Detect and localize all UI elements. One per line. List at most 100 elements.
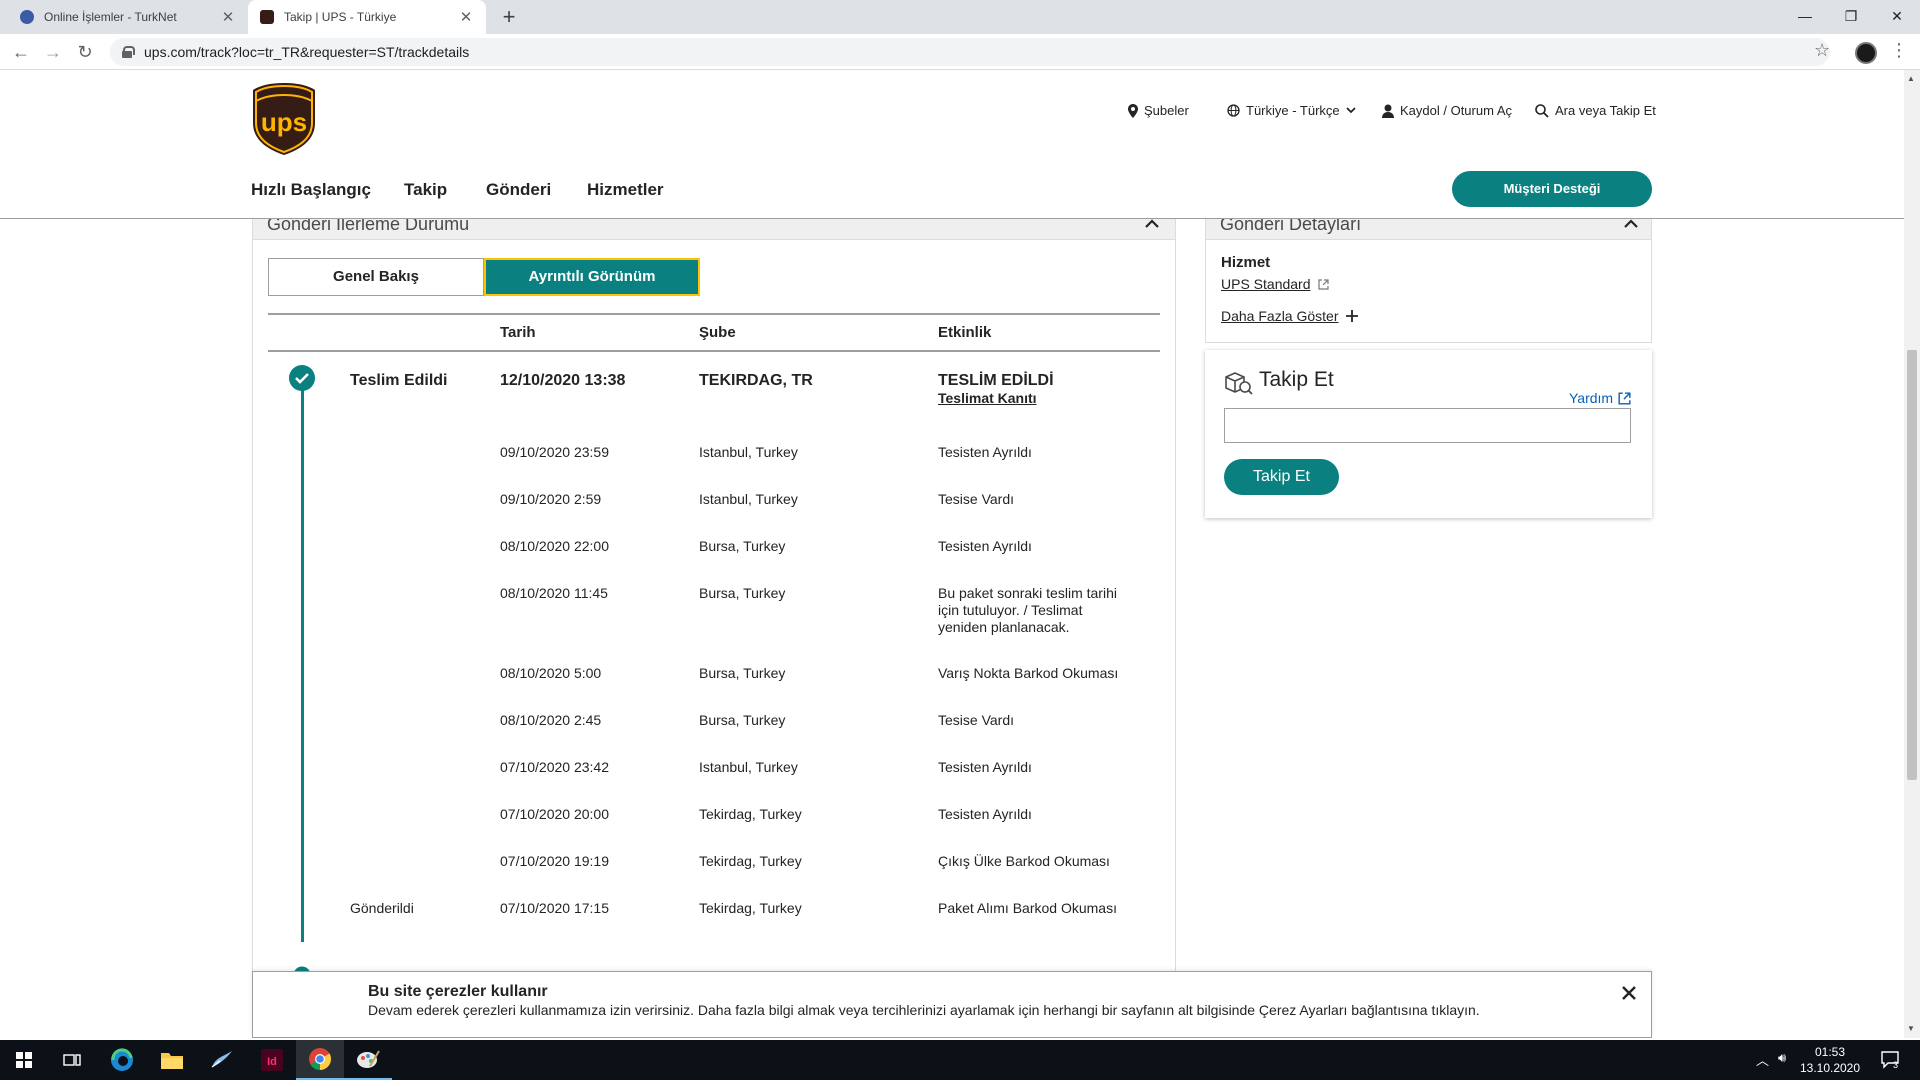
paint-app-icon[interactable]: [344, 1040, 392, 1080]
browser-menu-icon[interactable]: ⋮: [1890, 40, 1908, 61]
scrollbar-thumb[interactable]: [1907, 350, 1917, 780]
bookmark-star-icon[interactable]: ☆: [1814, 40, 1830, 61]
close-window-button[interactable]: ✕: [1874, 0, 1920, 34]
back-arrow-icon[interactable]: ←: [9, 40, 33, 64]
service-link[interactable]: UPS Standard: [1221, 276, 1329, 292]
row-date: 07/10/2020 17:15: [500, 900, 609, 916]
cookie-message: Devam ederek çerezleri kullanmamıza izin…: [368, 1002, 1480, 1018]
external-link-icon: [1618, 391, 1631, 405]
windows-start-icon[interactable]: [0, 1040, 48, 1080]
globe-icon: [1227, 104, 1240, 117]
profile-avatar[interactable]: [1855, 42, 1877, 64]
column-header-activity: Etkinlik: [938, 324, 992, 341]
proof-of-delivery-link[interactable]: Teslimat Kanıtı: [938, 390, 1037, 407]
row-activity: Tesise Vardı: [938, 491, 1014, 507]
browser-tab-ups[interactable]: Takip | UPS - Türkiye ✕: [248, 0, 486, 34]
nav-services[interactable]: Hizmetler: [587, 180, 664, 200]
nav-shipping[interactable]: Gönderi: [486, 180, 551, 200]
track-title: Takip Et: [1259, 368, 1334, 391]
milestone-label: Teslim Edildi: [350, 372, 448, 389]
file-explorer-icon[interactable]: [148, 1040, 196, 1080]
external-link-icon: [1317, 278, 1329, 290]
timeline-line: [301, 380, 304, 942]
row-activity: Paket Alımı Barkod Okuması: [938, 900, 1117, 916]
task-view-icon[interactable]: [48, 1040, 96, 1080]
row-date: 07/10/2020 20:00: [500, 806, 609, 822]
nav-tracking[interactable]: Takip: [404, 180, 447, 200]
help-label: Yardım: [1569, 390, 1614, 406]
row-date: 07/10/2020 19:19: [500, 853, 609, 869]
search-icon: [1535, 103, 1549, 118]
show-more-label: Daha Fazla Göster: [1221, 308, 1339, 324]
plus-icon: [1345, 310, 1358, 322]
tracking-number-input[interactable]: [1224, 408, 1631, 443]
search-track-link[interactable]: Ara veya Takip Et: [1535, 103, 1656, 118]
locations-link[interactable]: Şubeler: [1128, 103, 1189, 118]
row-date: 08/10/2020 5:00: [500, 665, 602, 681]
row-activity: Tesisten Ayrıldı: [938, 759, 1032, 775]
divider: [268, 350, 1160, 352]
locations-label: Şubeler: [1144, 103, 1189, 118]
edge-browser-icon[interactable]: [98, 1040, 146, 1080]
login-link[interactable]: Kaydol / Oturum Aç: [1382, 103, 1512, 118]
row-location: Bursa, Turkey: [699, 665, 786, 681]
app-feather-icon[interactable]: [198, 1040, 246, 1080]
row-location: Istanbul, Turkey: [699, 491, 798, 507]
ups-logo[interactable]: ups: [251, 81, 317, 157]
reload-icon[interactable]: ↻: [73, 40, 97, 64]
column-header-location: Şube: [699, 324, 736, 341]
browser-tab-turknet[interactable]: Online İşlemler - TurkNet ✕: [8, 0, 248, 34]
browser-tab-bar: Online İşlemler - TurkNet ✕ Takip | UPS …: [0, 0, 1920, 34]
row-location: Tekirdag, Turkey: [699, 806, 802, 822]
row-activity: Tesisten Ayrıldı: [938, 806, 1032, 822]
system-clock[interactable]: 01:53 13.10.2020: [1795, 1044, 1865, 1076]
close-icon[interactable]: ✕: [220, 8, 236, 26]
row-location: Bursa, Turkey: [699, 712, 786, 728]
svg-text:Id: Id: [267, 1056, 277, 1068]
cookie-banner: Bu site çerezler kullanır Devam ederek ç…: [252, 971, 1652, 1038]
row-location: Tekirdag, Turkey: [699, 853, 802, 869]
nav-quick-start[interactable]: Hızlı Başlangıç: [251, 180, 371, 200]
overview-tab[interactable]: Genel Bakış: [268, 258, 484, 296]
tray-chevron-up-icon[interactable]: ︿: [1756, 1050, 1769, 1069]
location-pin-icon: [1128, 103, 1138, 118]
show-more-link[interactable]: Daha Fazla Göster: [1221, 308, 1358, 324]
row-activity: Tesisten Ayrıldı: [938, 444, 1032, 460]
chrome-icon[interactable]: [296, 1040, 344, 1080]
row-activity: Çıkış Ülke Barkod Okuması: [938, 853, 1110, 869]
track-button[interactable]: Takip Et: [1224, 459, 1339, 495]
close-icon[interactable]: [1619, 983, 1639, 1003]
minimize-button[interactable]: —: [1782, 0, 1828, 34]
row-date: 08/10/2020 22:00: [500, 538, 609, 554]
web-page: ups Şubeler Türkiye - Türkçe Kaydol / Ot…: [0, 70, 1904, 1038]
row-location: Bursa, Turkey: [699, 538, 786, 554]
new-tab-button[interactable]: +: [496, 5, 522, 29]
site-header: ups Şubeler Türkiye - Türkçe Kaydol / Ot…: [0, 70, 1904, 219]
restore-button[interactable]: ❐: [1828, 0, 1874, 34]
customer-support-button[interactable]: Müşteri Desteği: [1452, 171, 1652, 207]
browser-toolbar: ← → ↻ ups.com/track?loc=tr_TR&requester=…: [0, 34, 1920, 70]
language-selector[interactable]: Türkiye - Türkçe: [1227, 103, 1356, 118]
service-value: UPS Standard: [1221, 276, 1311, 292]
row-date: 09/10/2020 23:59: [500, 444, 609, 460]
cookie-title: Bu site çerezler kullanır: [368, 983, 548, 1000]
scroll-down-arrow-icon[interactable]: ▼: [1907, 1024, 1915, 1033]
notification-count-badge: 3: [1893, 1060, 1899, 1070]
row-date: 08/10/2020 2:45: [500, 712, 602, 728]
user-icon: [1382, 104, 1394, 118]
row-location: Bursa, Turkey: [699, 585, 786, 601]
row-activity: Varış Nokta Barkod Okuması: [938, 665, 1119, 681]
address-bar[interactable]: ups.com/track?loc=tr_TR&requester=ST/tra…: [110, 38, 1830, 66]
detailed-view-tab[interactable]: Ayrıntılı Görünüm: [484, 258, 700, 296]
scroll-up-arrow-icon[interactable]: ▲: [1907, 74, 1915, 83]
page-scrollbar[interactable]: ▲ ▼: [1904, 70, 1920, 1038]
logo-text: ups: [261, 107, 307, 137]
indesign-icon[interactable]: Id: [248, 1040, 296, 1080]
turknet-favicon-icon: [20, 10, 34, 24]
close-icon[interactable]: ✕: [458, 8, 474, 26]
forward-arrow-icon[interactable]: →: [41, 40, 65, 64]
volume-icon[interactable]: 🔊︎: [1778, 1050, 1786, 1066]
ups-favicon-icon: [260, 10, 274, 24]
row-date: 08/10/2020 11:45: [500, 585, 608, 601]
help-link[interactable]: Yardım: [1569, 390, 1631, 406]
